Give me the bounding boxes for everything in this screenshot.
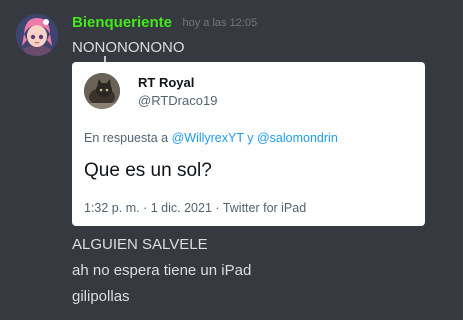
- tweet-date[interactable]: 1 dic. 2021: [151, 201, 212, 215]
- cat-avatar-icon: [84, 73, 120, 109]
- tweet-reply-line: En respuesta a @WillyrexYT y @salomondri…: [84, 131, 338, 145]
- message-text: ALGUIEN SALVELE: [72, 236, 208, 253]
- reply-mention-link[interactable]: @WillyrexYT: [172, 131, 244, 145]
- meta-separator: ·: [143, 201, 148, 215]
- message-text: NONONONONO: [72, 39, 185, 56]
- chat-message-group: Bienqueriente hoy a las 12:05 NONONONONO…: [0, 0, 463, 320]
- reply-and: y: [247, 131, 254, 145]
- timestamp: hoy a las 12:05: [182, 17, 258, 29]
- message-text: ah no espera tiene un iPad: [72, 262, 252, 279]
- tweet-meta: 1:32 p. m. · 1 dic. 2021 · Twitter for i…: [84, 201, 306, 215]
- tweet-time[interactable]: 1:32 p. m.: [84, 201, 140, 215]
- reply-mention-link[interactable]: @salomondrin: [257, 131, 338, 145]
- meta-separator: ·: [215, 201, 220, 215]
- tweet-display-name[interactable]: RT Royal: [138, 75, 194, 90]
- tweet-source: Twitter for iPad: [222, 201, 307, 215]
- tweet-author-avatar[interactable]: [84, 73, 120, 109]
- user-avatar[interactable]: [16, 14, 58, 56]
- message-text: gilipollas: [72, 288, 130, 305]
- tweet-text: Que es un sol?: [84, 160, 212, 181]
- tweet-handle[interactable]: @RTDraco19: [138, 93, 217, 108]
- anime-avatar-icon: [16, 14, 58, 56]
- message-header: Bienqueriente hoy a las 12:05: [72, 14, 257, 34]
- reply-prefix: En respuesta a: [84, 131, 169, 145]
- tweet-embed[interactable]: RT Royal @RTDraco19 En respuesta a @Will…: [72, 62, 425, 226]
- username[interactable]: Bienqueriente: [72, 14, 172, 31]
